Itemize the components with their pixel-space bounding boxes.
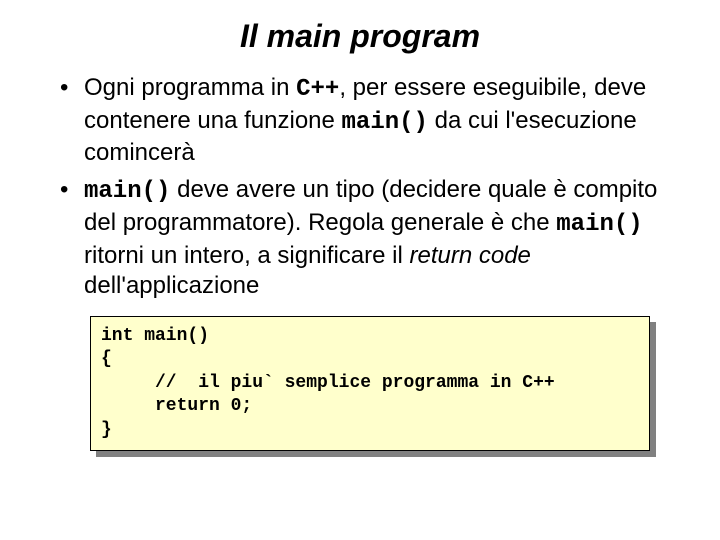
code-inline: main(): [342, 109, 428, 136]
text: ritorni un intero, a significare il: [84, 242, 409, 269]
code-inline: C++: [296, 76, 339, 103]
slide: Il main program Ogni programma in C++, p…: [0, 0, 720, 540]
code-inline: main(): [556, 211, 642, 238]
text: dell'applicazione: [84, 272, 259, 299]
bullet-item: main() deve avere un tipo (decidere qual…: [60, 175, 670, 302]
slide-title: Il main program: [50, 18, 670, 55]
text: Ogni programma in: [84, 74, 296, 101]
code-block: int main() { // il piu` semplice program…: [90, 316, 650, 451]
bullet-item: Ogni programma in C++, per essere esegui…: [60, 73, 670, 169]
italic-text: return code: [409, 242, 530, 269]
code-inline: main(): [84, 178, 170, 205]
code-block-container: int main() { // il piu` semplice program…: [90, 316, 650, 451]
bullet-list: Ogni programma in C++, per essere esegui…: [50, 73, 670, 302]
